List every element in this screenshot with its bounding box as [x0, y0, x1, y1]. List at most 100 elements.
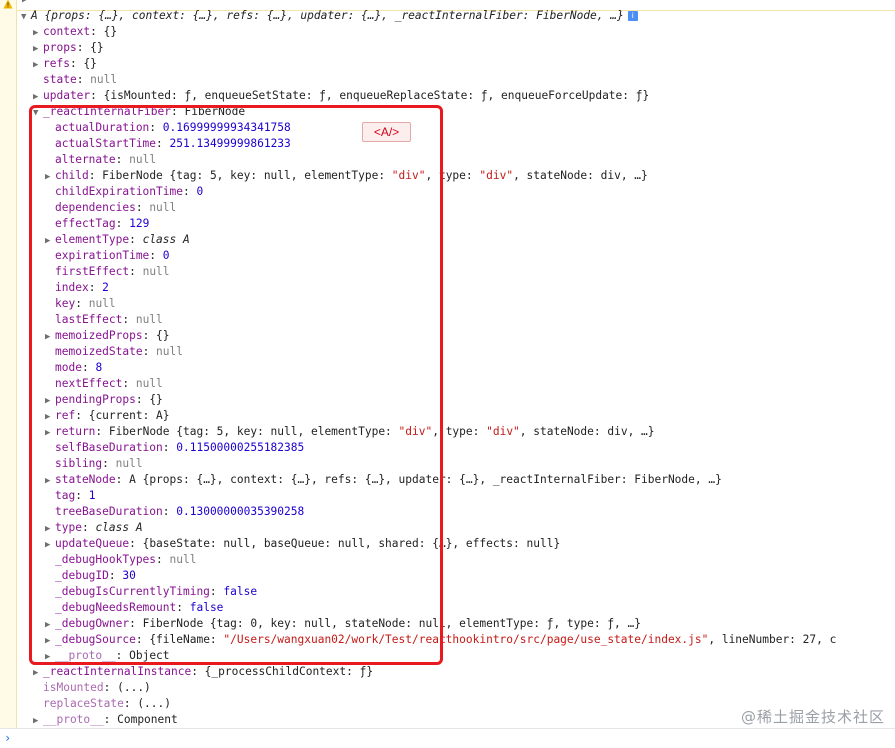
property-key: _reactInternalInstance: [43, 665, 192, 678]
property-row[interactable]: ▶ _debugOwner: FiberNode {tag: 0, key: nu…: [45, 616, 641, 632]
property-row[interactable]: ▶ elementType: class A: [45, 232, 190, 248]
key-separator: :: [142, 345, 157, 358]
property-value: A {props: {…}, context: {…}, refs: {…}, …: [129, 473, 722, 486]
property-value: null: [169, 553, 197, 566]
expand-triangle-icon[interactable]: ▶: [33, 57, 43, 73]
property-value: {}: [149, 393, 163, 406]
property-value: null: [135, 377, 163, 390]
expand-triangle-icon[interactable]: ▶: [33, 713, 43, 729]
key-separator: :: [88, 169, 103, 182]
property-row[interactable]: ▶ context: {}: [33, 24, 117, 40]
property-value: false: [189, 601, 224, 614]
property-row[interactable]: ▶ pendingProps: {}: [45, 392, 163, 408]
property-key: _debugIsCurrentlyTiming: [55, 585, 210, 598]
warning-icon: [3, 0, 13, 9]
collapse-triangle-icon[interactable]: ▼: [21, 9, 31, 24]
property-key: _debugHookTypes: [55, 553, 157, 566]
key-separator: :: [149, 121, 163, 134]
property-row: state: null: [33, 72, 117, 88]
key-separator: :: [90, 25, 104, 38]
property-row[interactable]: ▶ __proto__: Object: [45, 648, 170, 664]
property-row[interactable]: ▶ _debugSource: {fileName: "/Users/wangxu…: [45, 632, 836, 648]
property-row[interactable]: ▶ memoizedProps: {}: [45, 328, 170, 344]
expand-triangle-icon[interactable]: ▶: [45, 409, 55, 425]
property-row: alternate: null: [45, 152, 156, 168]
component-annotation-label: <A/>: [362, 122, 411, 142]
key-separator: :: [75, 297, 89, 310]
property-value: 0.16999999934341758: [162, 121, 291, 134]
key-separator: :: [95, 425, 109, 438]
expand-triangle-icon[interactable]: ▶: [45, 537, 55, 553]
property-key: dependencies: [55, 201, 136, 214]
console-prompt-bar[interactable]: [0, 728, 895, 748]
property-value: class A: [142, 233, 190, 246]
key-separator: :: [129, 537, 143, 550]
key-separator: :: [103, 713, 118, 726]
property-key: ref: [55, 409, 76, 422]
expand-triangle-icon[interactable]: ▶: [45, 617, 55, 633]
property-row[interactable]: ▶ stateNode: A {props: {…}, context: {…},…: [45, 472, 722, 488]
property-row[interactable]: ▶ updater: {isMounted: ƒ, enqueueSetState…: [33, 88, 649, 104]
info-icon[interactable]: i: [627, 11, 638, 21]
property-row[interactable]: ▶ type: class A: [45, 520, 143, 536]
property-key: memoizedProps: [55, 329, 143, 342]
expand-triangle-icon[interactable]: ▶: [45, 521, 55, 537]
property-row: _debugIsCurrentlyTiming: false: [45, 584, 257, 600]
property-row: memoizedState: null: [45, 344, 183, 360]
property-row[interactable]: ▶ __proto__: Component: [33, 712, 178, 728]
property-key: sibling: [55, 457, 103, 470]
key-separator: :: [115, 217, 130, 230]
property-row[interactable]: ▶ props: {}: [33, 40, 104, 56]
property-row[interactable]: ▶ _reactInternalInstance: {_processChildC…: [33, 664, 373, 680]
expand-triangle-icon[interactable]: ▶: [33, 25, 43, 41]
property-key: updateQueue: [55, 537, 130, 550]
expand-triangle-icon[interactable]: ▶: [33, 41, 43, 57]
property-row[interactable]: ▶ ref: {current: A}: [45, 408, 170, 424]
key-separator: :: [115, 649, 130, 662]
key-separator: :: [103, 681, 118, 694]
property-row: selfBaseDuration: 0.11500000255182385: [45, 440, 304, 456]
property-value: 30: [122, 569, 136, 582]
expand-triangle-icon[interactable]: ▶: [45, 233, 55, 249]
root-object-summary[interactable]: ▼ A {props: {…}, context: {…}, refs: {…},…: [16, 8, 895, 24]
key-separator: :: [115, 153, 130, 166]
property-key: expirationTime: [55, 249, 150, 262]
collapse-triangle-icon[interactable]: ▼: [33, 105, 43, 121]
property-key: state: [43, 73, 77, 86]
key-separator: :: [81, 521, 96, 534]
property-key: replaceState: [43, 697, 124, 710]
expand-triangle-icon[interactable]: ▶: [45, 649, 55, 665]
property-value: Object: [129, 649, 170, 662]
property-row: firstEffect: null: [45, 264, 170, 280]
key-separator: :: [76, 73, 91, 86]
key-separator: :: [135, 633, 150, 646]
watermark: @稀土掘金技术社区: [740, 708, 885, 726]
key-separator: :: [162, 441, 177, 454]
key-separator: :: [182, 185, 197, 198]
property-row: _debugNeedsRemount: false: [45, 600, 223, 616]
property-row[interactable]: ▶ child: FiberNode {tag: 5, key: null, el…: [45, 168, 648, 184]
expand-triangle-icon[interactable]: ▶: [33, 89, 43, 105]
expand-triangle-icon[interactable]: ▶: [45, 425, 55, 441]
property-row[interactable]: ▶ updateQueue: {baseState: null, baseQueu…: [45, 536, 560, 552]
property-key: tag: [55, 489, 76, 502]
expand-triangle-icon[interactable]: ▶: [45, 633, 55, 649]
expand-triangle-icon[interactable]: ▶: [33, 665, 43, 681]
expand-triangle-icon[interactable]: ▶: [45, 393, 55, 409]
property-value: 8: [95, 361, 103, 374]
property-row: nextEffect: null: [45, 376, 163, 392]
property-value: {isMounted: ƒ, enqueueSetState: ƒ, enque…: [103, 89, 650, 102]
expand-triangle-icon[interactable]: ▶: [45, 329, 55, 345]
property-row[interactable]: ▶ return: FiberNode {tag: 5, key: null, e…: [45, 424, 655, 440]
property-row[interactable]: ▶ refs: {}: [33, 56, 97, 72]
property-value: 0.11500000255182385: [176, 441, 305, 454]
property-key: lastEffect: [55, 313, 123, 326]
expand-arrow-icon[interactable]: ▶: [22, 0, 27, 5]
property-value: 0.13000000035390258: [176, 505, 305, 518]
expand-triangle-icon[interactable]: ▶: [45, 473, 55, 489]
property-value: {}: [156, 329, 170, 342]
property-row[interactable]: ▼ _reactInternalFiber: FiberNode: [33, 104, 245, 120]
property-row: expirationTime: 0: [45, 248, 170, 264]
expand-triangle-icon[interactable]: ▶: [45, 169, 55, 185]
property-row: effectTag: 129: [45, 216, 149, 232]
